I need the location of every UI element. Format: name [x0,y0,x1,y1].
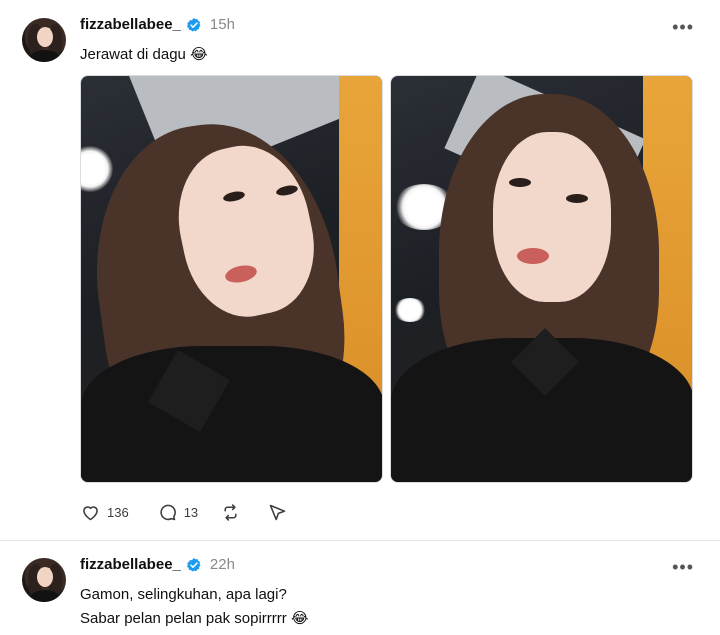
share-button[interactable] [267,502,288,523]
comment-icon [160,504,176,520]
heart-icon [83,505,98,520]
avatar[interactable] [22,558,66,602]
post-header: fizzabellabee_ 22h [80,556,235,573]
more-icon[interactable]: ••• [672,18,694,36]
verified-icon [186,17,201,32]
like-count: 136 [107,504,129,520]
timestamp: 22h [209,556,235,573]
post-1: fizzabellabee_ 15h ••• Jerawat di dagu 😂 [0,0,720,540]
comment-count: 13 [183,504,199,520]
action-bar: 136 13 [80,500,288,524]
more-icon[interactable]: ••• [672,558,694,576]
username[interactable]: fizzabellabee_ [80,556,181,573]
share-icon [269,504,286,520]
post-image-1[interactable] [80,75,383,483]
like-button[interactable]: 136 [80,502,129,523]
timestamp: 15h [209,16,235,33]
verified-icon [186,557,201,572]
post-2: fizzabellabee_ 22h ••• Gamon, selingkuha… [0,541,720,635]
post-text-line-2: Sabar pelan pelan pak sopirrrrr 😂 [80,610,309,627]
username[interactable]: fizzabellabee_ [80,16,181,33]
post-header: fizzabellabee_ 15h [80,16,235,33]
post-image-2[interactable] [390,75,693,483]
comment-button[interactable]: 13 [157,502,198,523]
avatar[interactable] [22,18,66,62]
repost-icon [224,503,237,521]
post-text: Jerawat di dagu 😂 [80,46,208,63]
post-text-line-1: Gamon, selingkuhan, apa lagi? [80,586,287,603]
repost-button[interactable] [220,502,241,523]
